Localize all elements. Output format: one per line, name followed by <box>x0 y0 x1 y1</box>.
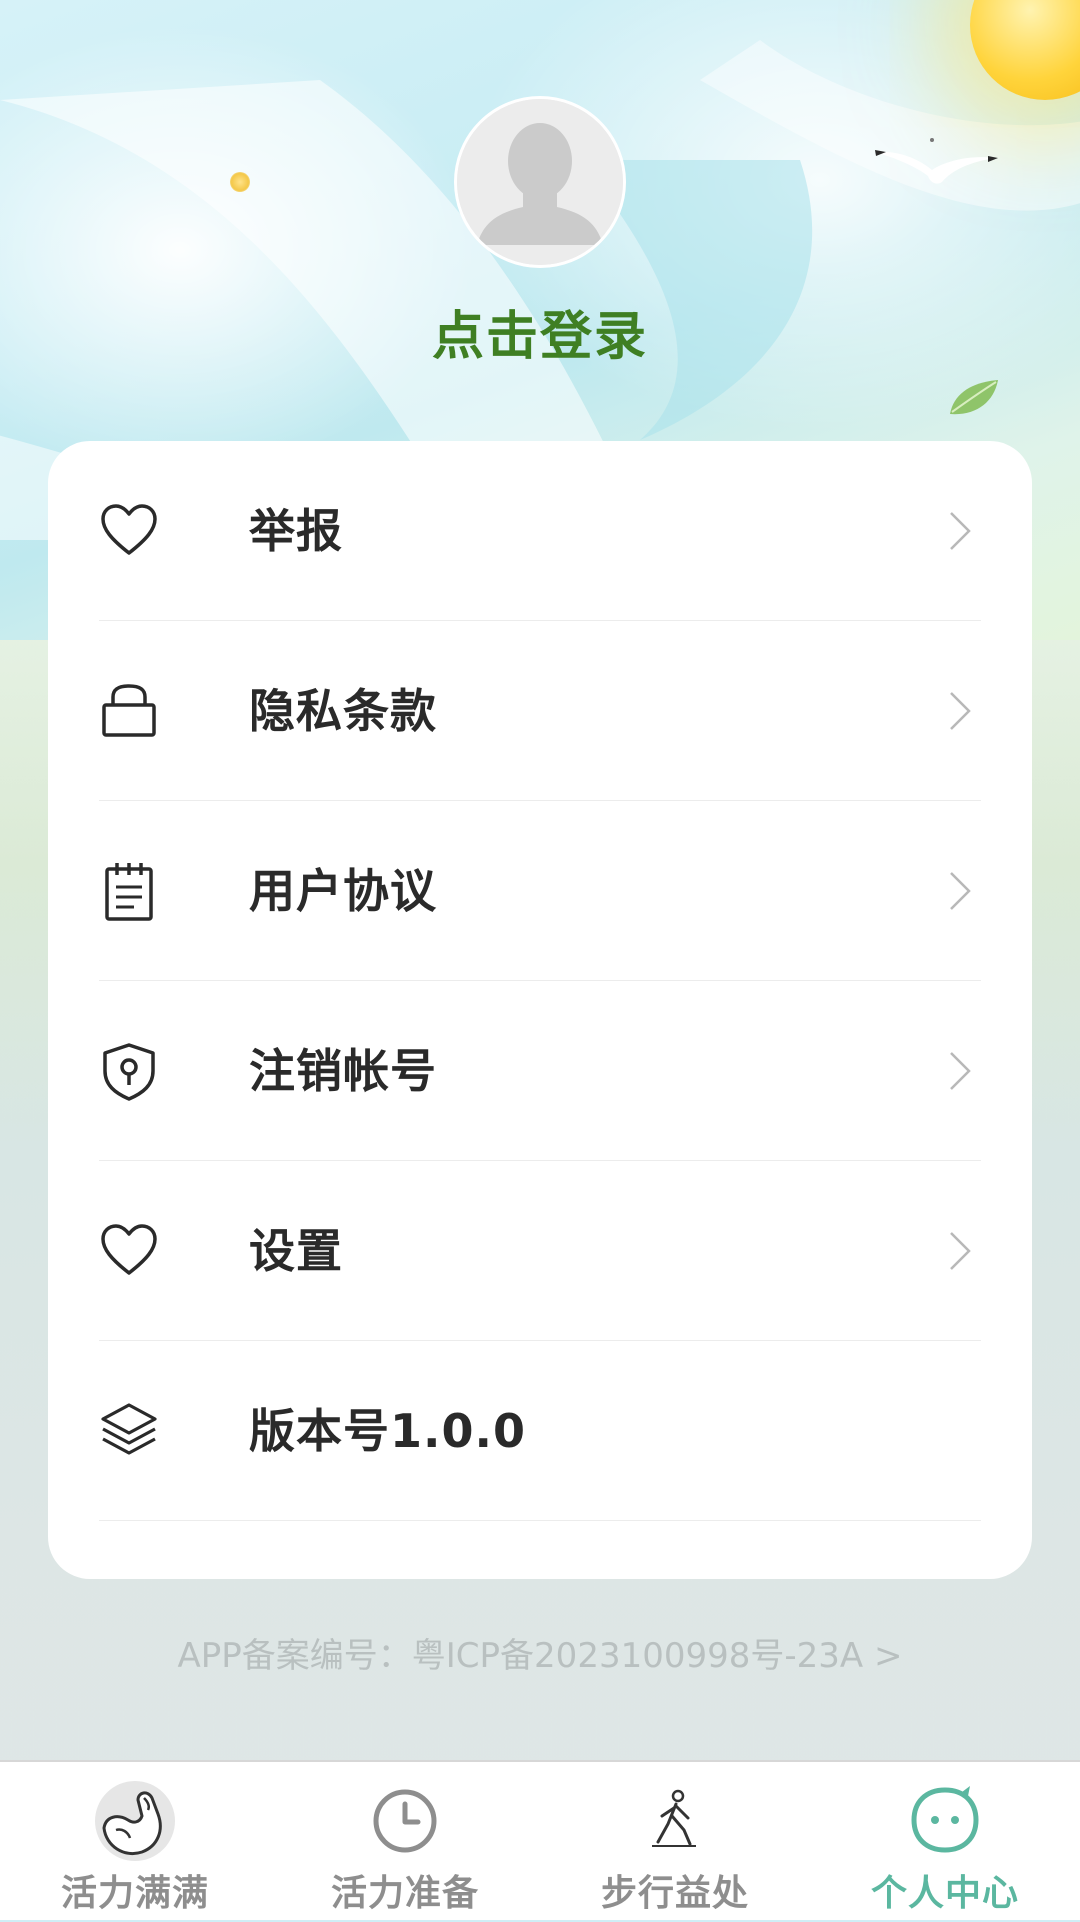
menu-item-label: 注销帐号 <box>249 1044 437 1098</box>
login-button[interactable]: 点击登录 <box>0 294 1080 369</box>
tab-vitality-full[interactable]: 活力满满 <box>0 1762 270 1922</box>
bird-icon <box>875 138 998 184</box>
tab-label: 个人中心 <box>870 1873 1019 1914</box>
menu-item-label: 隐私条款 <box>249 684 437 738</box>
bottom-tab-bar: 活力满满 活力准备 步行益处 个人中心 <box>0 1760 1080 1920</box>
chevron-right-icon <box>950 512 971 550</box>
tab-personal-center[interactable]: 个人中心 <box>810 1762 1080 1922</box>
menu-item-user-agreement[interactable]: 用户协议 <box>99 801 981 981</box>
chevron-right-icon <box>950 1232 971 1270</box>
leaf-icon <box>950 380 998 415</box>
smiley-face-icon <box>911 1786 979 1853</box>
walking-person-icon <box>652 1789 696 1847</box>
menu-item-version: 版本号1.0.0 <box>99 1341 981 1521</box>
menu-item-label: 设置 <box>249 1224 343 1278</box>
layers-icon <box>101 1403 157 1455</box>
menu-item-label: 用户协议 <box>249 864 437 918</box>
version-label: 版本号1.0.0 <box>249 1404 526 1458</box>
sparkle-decoration <box>230 172 250 192</box>
avatar[interactable] <box>454 96 626 268</box>
shield-keyhole-icon <box>103 1043 155 1101</box>
tab-label: 活力准备 <box>330 1873 479 1914</box>
tab-label: 活力满满 <box>60 1873 209 1914</box>
menu-card: 举报 隐私条款 用户协议 注销帐号 设置 版本号1.0.0 <box>48 441 1032 1579</box>
tab-walking-benefits[interactable]: 步行益处 <box>540 1762 810 1922</box>
chevron-right-icon <box>950 872 971 910</box>
heart-icon <box>101 504 157 555</box>
menu-item-label: 举报 <box>249 504 343 558</box>
heart-icon <box>101 1224 157 1275</box>
tab-label: 步行益处 <box>600 1873 749 1914</box>
menu-item-settings[interactable]: 设置 <box>99 1161 981 1341</box>
clock-icon <box>373 1789 437 1853</box>
menu-item-report[interactable]: 举报 <box>99 441 981 621</box>
chevron-right-icon <box>950 1052 971 1090</box>
menu-item-privacy[interactable]: 隐私条款 <box>99 621 981 801</box>
chevron-right-icon <box>950 692 971 730</box>
default-avatar-icon <box>457 99 623 265</box>
icp-record-link[interactable]: APP备案编号：粤ICP备2023100998号-23A > <box>0 1628 1080 1677</box>
muscle-arm-icon <box>95 1781 175 1861</box>
menu-item-delete-account[interactable]: 注销帐号 <box>99 981 981 1161</box>
notepad-icon <box>105 863 153 921</box>
bag-icon <box>102 684 156 737</box>
tab-vitality-prep[interactable]: 活力准备 <box>270 1762 540 1922</box>
